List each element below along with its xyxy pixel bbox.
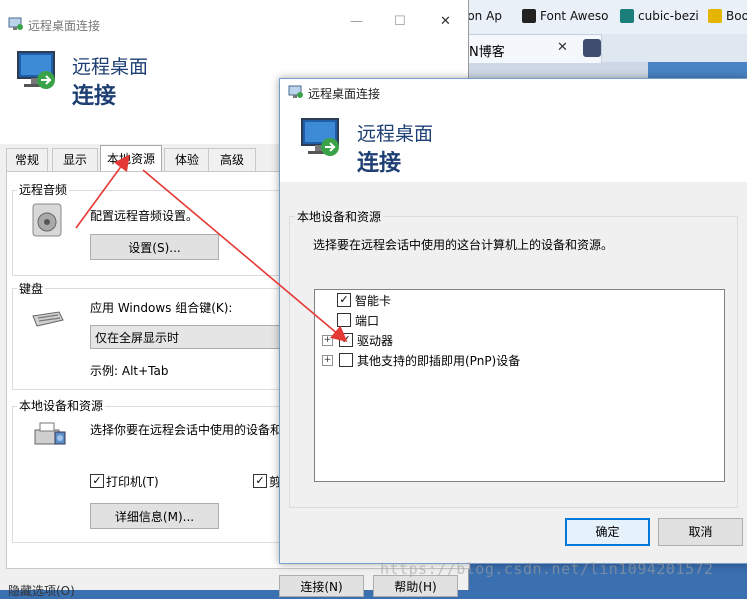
- dialog-group-label: 本地设备和资源: [295, 208, 384, 225]
- keyboard-example: 示例: Alt+Tab: [90, 364, 169, 378]
- header-line1: 远程桌面: [72, 56, 149, 78]
- tab-title: N博客: [469, 45, 505, 60]
- bookmark[interactable]: Font Aweso: [522, 9, 608, 23]
- maximize-button[interactable]: ☐: [394, 14, 406, 29]
- drives-checkbox[interactable]: ✓: [339, 333, 353, 347]
- local-desc: 选择你要在远程会话中使用的设备和: [90, 423, 283, 437]
- close-button[interactable]: ✕: [440, 14, 451, 29]
- tree-item-pnp[interactable]: + 其他支持的即插即用(PnP)设备: [322, 350, 520, 370]
- tree-item-label: 端口: [355, 313, 380, 328]
- details-button[interactable]: 详细信息(M)...: [90, 503, 219, 529]
- tab-display[interactable]: 显示: [52, 148, 98, 171]
- printer-label: 打印机(T): [106, 475, 159, 489]
- browser-tab[interactable]: N博客 ✕: [460, 34, 602, 63]
- cat-icon: [583, 39, 601, 57]
- site-icon: [708, 9, 722, 23]
- options-toggle[interactable]: 隐藏选项(O): [8, 582, 75, 599]
- smartcard-checkbox[interactable]: ✓: [337, 293, 351, 307]
- browser-tabbar: N博客 ✕: [440, 34, 747, 63]
- printer-checkbox[interactable]: ✓: [90, 474, 104, 488]
- minimize-button[interactable]: —: [350, 14, 363, 29]
- pnp-checkbox[interactable]: [339, 353, 353, 367]
- bookmark[interactable]: cubic-bezi: [620, 9, 699, 23]
- site-icon: [620, 9, 634, 23]
- printer-icon: [34, 422, 66, 445]
- connect-button[interactable]: 连接(N): [279, 575, 364, 597]
- header-line2: 连接: [72, 84, 117, 109]
- background-browser: oon Ap Font Aweso cubic-bezi Boo N博客 ✕: [440, 0, 747, 90]
- local-devices-dialog: 远程桌面连接 远程桌面 连接 本地设备和资源 选择要在远程会话中使用的这台计算机…: [279, 78, 747, 564]
- tree-item-drives[interactable]: + ✓ 驱动器: [322, 330, 393, 350]
- keyboard-combo-select[interactable]: 仅在全屏显示时: [90, 325, 280, 349]
- bookmarks-bar: oon Ap Font Aweso cubic-bezi Boo: [440, 0, 747, 35]
- rdp-logo-icon: [301, 118, 339, 156]
- title-bar: 远程桌面连接 — ☐ ✕: [0, 0, 468, 48]
- tree-item-label: 驱动器: [357, 333, 394, 348]
- tree-item-label: 智能卡: [355, 293, 392, 308]
- tree-item-smartcard[interactable]: ✓ 智能卡: [337, 290, 391, 310]
- dialog-header-line2: 连接: [357, 151, 402, 176]
- tree-item-label: 其他支持的即插即用(PnP)设备: [357, 353, 521, 368]
- help-button[interactable]: 帮助(H): [373, 575, 458, 597]
- rdp-icon: [288, 85, 303, 98]
- rdp-logo-icon: [17, 51, 55, 89]
- dialog-header-line1: 远程桌面: [357, 123, 434, 145]
- keyboard-icon: [32, 311, 64, 327]
- bookmark[interactable]: Boo: [708, 9, 747, 23]
- tab-local-resources[interactable]: 本地资源: [100, 145, 162, 172]
- speaker-icon: [32, 203, 62, 237]
- expand-icon[interactable]: +: [322, 334, 333, 346]
- keyboard-label: 应用 Windows 组合键(K):: [90, 301, 233, 315]
- ports-checkbox[interactable]: [337, 313, 351, 327]
- local-group-label: 本地设备和资源: [17, 397, 106, 414]
- dialog-desc: 选择要在远程会话中使用的这台计算机上的设备和资源。: [313, 238, 614, 252]
- device-tree[interactable]: ✓ 智能卡 端口 + ✓ 驱动器 + 其他支持的即插即用(PnP)设备: [314, 289, 725, 482]
- audio-group-label: 远程音频: [17, 181, 70, 198]
- tab-general[interactable]: 常规: [6, 148, 48, 171]
- tab-advanced[interactable]: 高级: [208, 148, 256, 171]
- clipboard-checkbox[interactable]: ✓: [253, 474, 267, 488]
- dialog-title: 远程桌面连接: [308, 87, 381, 101]
- rdp-icon: [8, 17, 23, 30]
- close-icon[interactable]: ✕: [557, 40, 568, 55]
- watermark: https://blog.csdn.net/lin1094201572: [380, 560, 714, 578]
- cancel-button[interactable]: 取消: [658, 518, 743, 546]
- tree-item-ports[interactable]: 端口: [337, 310, 379, 330]
- ok-button[interactable]: 确定: [565, 518, 650, 546]
- expand-icon[interactable]: +: [322, 354, 333, 366]
- window-title: 远程桌面连接: [28, 19, 101, 33]
- audio-settings-button[interactable]: 设置(S)...: [90, 234, 219, 260]
- tab-experience[interactable]: 体验: [164, 148, 210, 171]
- audio-desc: 配置远程音频设置。: [90, 209, 199, 223]
- flag-icon: [522, 9, 536, 23]
- keyboard-group-label: 键盘: [17, 280, 46, 297]
